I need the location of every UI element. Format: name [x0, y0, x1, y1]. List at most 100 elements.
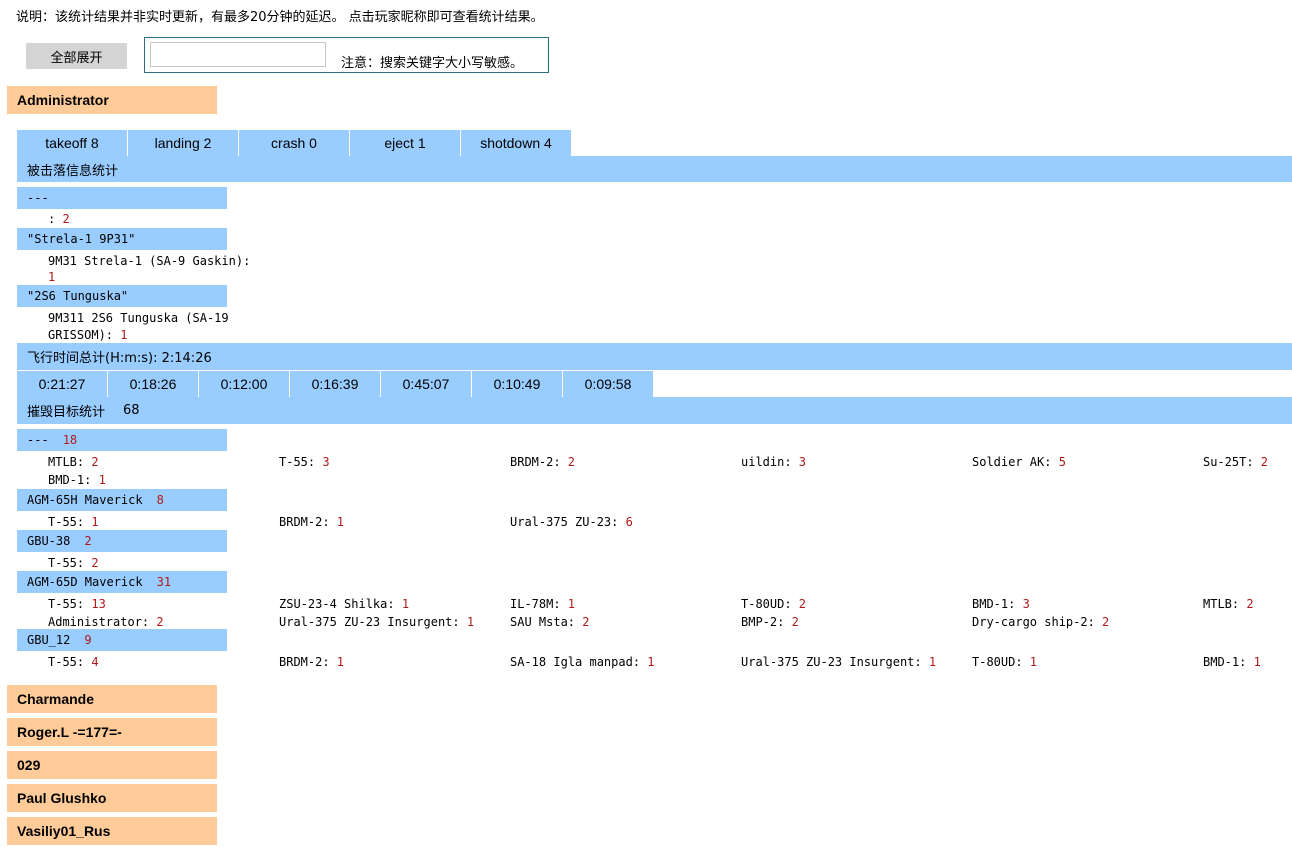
player-name-029[interactable]: 029 — [7, 751, 217, 779]
kill-item: SAU Msta: 2 — [510, 615, 589, 629]
kill-item: Administrator: 2 — [48, 615, 164, 629]
expand-all-button[interactable]: 全部展开 — [26, 43, 127, 69]
shotdown-line: 9M31 Strela-1 (SA-9 Gaskin): — [48, 254, 251, 268]
kill-item: MTLB: 2 — [48, 455, 99, 469]
tab-eject[interactable]: eject 1 — [350, 130, 460, 156]
kill-target-name: Ural-375 ZU-23 Insurgent: — [279, 615, 467, 629]
player-name-vasiliy01-rus[interactable]: Vasiliy01_Rus — [7, 817, 217, 845]
kill-target-name: BMP-2: — [741, 615, 792, 629]
kill-target-count: 1 — [91, 515, 99, 529]
kill-item: T-55: 3 — [279, 455, 330, 469]
kill-target-count: 13 — [91, 597, 106, 611]
flight-time-cell: 0:21:27 — [17, 371, 107, 397]
kill-group-weapon: AGM-65D Maverick — [27, 575, 143, 589]
kill-item: T-80UD: 1 — [972, 655, 1037, 669]
shotdown-group-head: "2S6 Tunguska" — [17, 285, 227, 307]
tab-shotdown[interactable]: shotdown 4 — [461, 130, 571, 156]
shotdown-line: : 2 — [48, 212, 70, 226]
kill-target-name: ZSU-23-4 Shilka: — [279, 597, 402, 611]
kill-target-count: 1 — [336, 515, 345, 529]
flight-time-cell: 0:18:26 — [108, 371, 198, 397]
kill-item: BRDM-2: 1 — [279, 655, 344, 669]
kill-item: T-55: 2 — [48, 556, 99, 570]
kill-item: SA-18 Igla manpad: 1 — [510, 655, 655, 669]
kill-target-name: Su-25T: — [1203, 455, 1261, 469]
shotdown-line: 9M311 2S6 Tunguska (SA-19 — [48, 311, 229, 325]
kill-target-count: 3 — [1022, 597, 1030, 611]
kill-target-name: Administrator: — [48, 615, 157, 629]
kill-target-count: 2 — [1260, 455, 1269, 469]
kill-target-count: 1 — [98, 473, 106, 487]
kill-target-name: MTLB: — [1203, 597, 1247, 611]
kill-group-count: 8 — [156, 493, 164, 507]
kill-target-name: T-55: — [48, 515, 92, 529]
kill-target-name: BRDM-2: — [510, 455, 568, 469]
kill-item: T-55: 4 — [48, 655, 99, 669]
kills-total: 68 — [123, 403, 140, 418]
kill-item: BRDM-2: 1 — [279, 515, 344, 529]
kills-title: 摧毁目标统计 — [27, 405, 106, 420]
kill-item: Su-25T: 2 — [1203, 455, 1268, 469]
shotdown-group-head: "Strela-1 9P31" — [17, 228, 227, 250]
kill-target-count: 1 — [1253, 655, 1261, 669]
kill-item: T-80UD: 2 — [741, 597, 806, 611]
flight-times-row: 0:21:27 0:18:26 0:12:00 0:16:39 0:45:07 … — [17, 371, 654, 397]
search-note: 注意：搜索关键字大小写敏感。 — [341, 56, 524, 71]
stats-tabs: takeoff 8 landing 2 crash 0 eject 1 shot… — [17, 130, 572, 156]
kill-item: MTLB: 2 — [1203, 597, 1254, 611]
kill-target-name: SA-18 Igla manpad: — [510, 655, 648, 669]
shotdown-line-cont: GRISSOM): 1 — [48, 328, 128, 342]
kill-item: T-55: 13 — [48, 597, 106, 611]
kill-target-count: 2 — [1246, 597, 1254, 611]
kill-target-count: 5 — [1058, 455, 1066, 469]
kill-target-count: 2 — [582, 615, 590, 629]
kill-target-count: 1 — [928, 655, 937, 669]
kill-item: IL-78M: 1 — [510, 597, 575, 611]
kill-target-name: T-55: — [48, 597, 92, 611]
kill-target-name: T-55: — [48, 556, 92, 570]
shotdown-line-value: 1 — [48, 270, 56, 284]
tab-takeoff[interactable]: takeoff 8 — [17, 130, 127, 156]
kill-target-name: T-55: — [279, 455, 323, 469]
kill-item: T-55: 1 — [48, 515, 99, 529]
shotdown-group-head: --- — [17, 187, 227, 209]
player-name-paul-glushko[interactable]: Paul Glushko — [7, 784, 217, 812]
kill-item: BMP-2: 2 — [741, 615, 799, 629]
kill-item: Ural-375 ZU-23 Insurgent: 1 — [279, 615, 474, 629]
kill-item: BRDM-2: 2 — [510, 455, 575, 469]
player-name-charmande[interactable]: Charmande — [7, 685, 217, 713]
player-name-roger[interactable]: Roger.L -=177=- — [7, 718, 217, 746]
kill-group-count: 9 — [84, 633, 92, 647]
kill-group-head: AGM-65H Maverick 8 — [17, 489, 227, 511]
kill-target-count: 1 — [647, 655, 655, 669]
search-input[interactable] — [150, 42, 326, 67]
kill-target-name: BMD-1: — [48, 473, 99, 487]
kill-target-count: 2 — [91, 455, 99, 469]
kill-item: BMD-1: 1 — [1203, 655, 1261, 669]
flight-time-cell: 0:09:58 — [563, 371, 653, 397]
kill-target-count: 1 — [466, 615, 475, 629]
tab-crash[interactable]: crash 0 — [239, 130, 349, 156]
kill-target-name: BRDM-2: — [279, 655, 337, 669]
kill-item: BMD-1: 3 — [972, 597, 1030, 611]
kill-target-count: 3 — [322, 455, 330, 469]
kill-item: Ural-375 ZU-23 Insurgent: 1 — [741, 655, 936, 669]
kill-target-name: T-55: — [48, 655, 92, 669]
flight-time-cell: 0:12:00 — [199, 371, 289, 397]
kill-group-head: GBU_12 9 — [17, 629, 227, 651]
flight-time-cell: 0:10:49 — [472, 371, 562, 397]
kill-target-name: BRDM-2: — [279, 515, 337, 529]
kill-target-count: 4 — [91, 655, 99, 669]
kill-target-count: 6 — [625, 515, 633, 529]
kill-target-name: Ural-375 ZU-23: — [510, 515, 626, 529]
kills-section-title: 摧毁目标统计 68 — [17, 397, 1292, 424]
kill-target-name: Ural-375 ZU-23 Insurgent: — [741, 655, 929, 669]
kill-group-weapon: GBU_12 — [27, 633, 71, 647]
kill-item: Ural-375 ZU-23: 6 — [510, 515, 633, 529]
page-notice: 说明：该统计结果并非实时更新，有最多20分钟的延迟。 点击玩家昵称即可查看统计结… — [16, 10, 544, 25]
kill-target-name: BMD-1: — [1203, 655, 1254, 669]
tab-landing[interactable]: landing 2 — [128, 130, 238, 156]
kill-target-count: 2 — [156, 615, 164, 629]
player-name-administrator[interactable]: Administrator — [7, 86, 217, 114]
kill-target-name: BMD-1: — [972, 597, 1023, 611]
